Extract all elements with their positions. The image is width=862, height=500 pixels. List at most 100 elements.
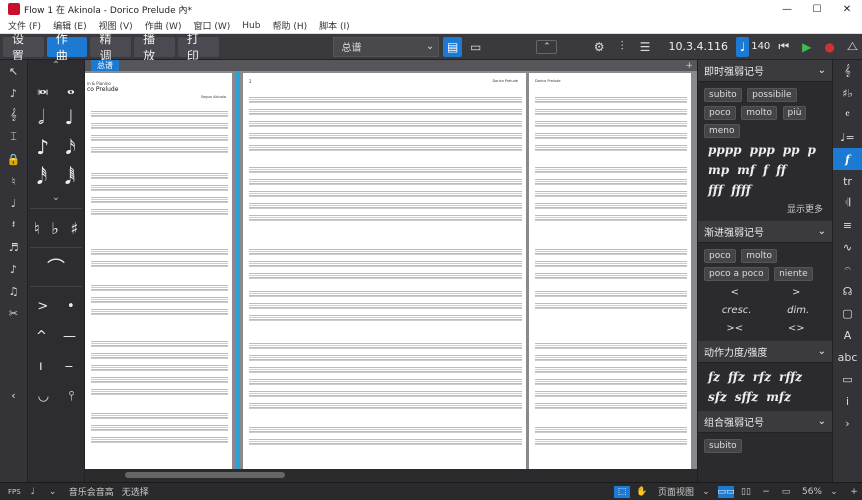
dynamic-ppp[interactable]: ppp	[750, 143, 775, 157]
eighth-note-icon[interactable]: ♪	[36, 135, 49, 159]
view-type-select[interactable]: 页面视图	[658, 485, 694, 498]
page-arrangement-icon[interactable]: ▭▭	[717, 485, 735, 498]
zoom-in-icon[interactable]: +	[846, 486, 862, 498]
fermata-icon[interactable]: ◡	[38, 389, 49, 404]
show-more-link[interactable]: 显示更多	[704, 200, 827, 217]
dynamic-ffff[interactable]: ffff	[731, 183, 751, 197]
dynamic-ffz[interactable]: ffz	[728, 370, 745, 384]
modifier-chip[interactable]: molto	[741, 249, 777, 263]
slash-icon[interactable]: ♬	[0, 236, 27, 258]
maximize-button[interactable]: ☐	[802, 4, 832, 15]
flat-icon[interactable]: ♭	[51, 219, 59, 238]
record-icon[interactable]: ●	[820, 37, 839, 57]
cresc-text[interactable]: cresc.	[722, 305, 752, 316]
stress-icon[interactable]: ‒	[65, 359, 73, 374]
dynamic-pppp[interactable]: pppp	[708, 143, 742, 157]
tenuto-staccato-icon[interactable]: ⫯	[69, 389, 75, 404]
natural-icon[interactable]: ♮	[34, 219, 40, 238]
dynamic-f[interactable]: f	[763, 163, 768, 177]
breve-icon[interactable]: 𝅜	[37, 75, 48, 99]
beam-icon[interactable]: ♫	[0, 280, 27, 302]
whole-note-icon[interactable]: 𝅝	[67, 75, 75, 99]
dynamic-sfz[interactable]: sfz	[708, 390, 727, 404]
modifier-chip[interactable]: molto	[741, 106, 777, 120]
modifier-chip[interactable]: subito	[704, 88, 742, 102]
sixtyfourth-note-icon[interactable]: 𝅘𝅥𝅱	[65, 165, 75, 189]
playing-technique-icon[interactable]: ∿	[833, 236, 862, 258]
comment-icon[interactable]: ▢	[833, 302, 862, 324]
crescendo-hairpin-icon[interactable]: <	[731, 287, 739, 298]
section-gradual-dynamics[interactable]: 渐进强弱记号 ⌄	[698, 221, 832, 243]
modifier-chip[interactable]: poco	[704, 106, 736, 120]
section-force-intensity[interactable]: 动作力度/强度 ⌄	[698, 341, 832, 363]
select-tool-icon[interactable]: ↖	[0, 60, 27, 82]
modifier-chip[interactable]: poco	[704, 249, 736, 263]
tuplet-icon[interactable]: ⌶	[0, 126, 27, 148]
mixer-icon[interactable]: ⚙	[590, 37, 609, 57]
time-signature-icon[interactable]: 𝄴	[833, 104, 862, 126]
mode-setup[interactable]: 设置	[3, 32, 44, 63]
chevron-left-icon[interactable]: ‹	[0, 384, 27, 406]
section-immediate-dynamics[interactable]: 即时强弱记号 ⌄	[698, 60, 832, 82]
thirtysecond-note-icon[interactable]: 𝅘𝅥𝅰	[37, 165, 47, 189]
modifier-chip[interactable]: più	[782, 106, 807, 120]
messa-di-voce-icon[interactable]: ><	[726, 323, 743, 334]
section-combined-dynamics[interactable]: 组合强弱记号 ⌄	[698, 411, 832, 433]
modifier-chip[interactable]: niente	[774, 267, 813, 281]
dropdown-icon[interactable]: ⌄	[45, 486, 61, 498]
mode-engrave[interactable]: 精调	[90, 32, 132, 63]
figured-bass-icon[interactable]: ▭	[833, 368, 862, 390]
tempo-icon[interactable]: ♩=	[833, 126, 862, 148]
dynamic-sffz[interactable]: sffz	[735, 390, 759, 404]
hand-tool-icon[interactable]: ✋	[634, 486, 650, 498]
text-icon[interactable]: abc	[833, 346, 862, 368]
zoom-level[interactable]: 56%	[802, 487, 822, 497]
lock-icon[interactable]: 🔒	[0, 148, 27, 170]
staccato-icon[interactable]: •	[67, 299, 75, 314]
hide-toolbar-icon[interactable]: ⌃	[536, 39, 558, 54]
ornaments-icon[interactable]: tr	[833, 170, 862, 192]
tremolo-icon[interactable]: ≡	[833, 214, 862, 236]
selection-tool-icon[interactable]: ⬚	[613, 485, 630, 498]
layout-selector[interactable]: 总谱 ⌄	[332, 36, 440, 57]
metronome-icon[interactable]: ⧍	[843, 37, 862, 57]
scroll-down-icon[interactable]: ⌄	[28, 192, 84, 204]
mode-print[interactable]: 打印	[177, 32, 219, 63]
chevron-down-icon[interactable]: ⌄	[826, 486, 842, 498]
note-tempo-icon[interactable]: ♩	[735, 36, 750, 57]
faders-icon[interactable]: ⫶	[613, 37, 632, 57]
dim-text[interactable]: dim.	[787, 305, 809, 316]
voice-icon[interactable]: ♮	[0, 170, 27, 192]
dynamic-ff[interactable]: ff	[776, 163, 786, 177]
staccatissimo-icon[interactable]: ı	[39, 359, 43, 374]
scroll-up-icon[interactable]: ⌃	[28, 60, 84, 72]
menu-hub[interactable]: Hub	[242, 21, 260, 31]
dynamic-p[interactable]: p	[808, 143, 816, 157]
marcato-icon[interactable]: ^	[36, 329, 47, 344]
dynamic-mp[interactable]: mp	[708, 163, 729, 177]
horizontal-scrollbar[interactable]	[85, 469, 697, 482]
modifier-chip[interactable]: poco a poco	[704, 267, 769, 281]
menu-script[interactable]: 脚本 (I)	[319, 19, 350, 32]
accent-icon[interactable]: >	[37, 299, 48, 314]
modifier-chip[interactable]: possibile	[747, 88, 797, 102]
score-canvas[interactable]: in & Pianino co Prelude Segun Akinola 2 …	[85, 71, 697, 469]
galley-view-icon[interactable]: ▤	[443, 36, 463, 57]
grace-note-icon[interactable]: ♩	[0, 192, 27, 214]
note-duration-icon[interactable]: ♩	[25, 486, 41, 498]
minimize-button[interactable]: —	[772, 4, 802, 15]
add-tab-button[interactable]: +	[685, 61, 693, 71]
mode-play[interactable]: 播放	[134, 32, 175, 63]
insert-note-icon[interactable]: ♪	[0, 82, 27, 104]
page-arrangement-alt-icon[interactable]: ▯▯	[738, 486, 754, 498]
dynamic-pp[interactable]: pp	[783, 143, 800, 157]
cue-icon[interactable]: ♪	[0, 258, 27, 280]
scissors-icon[interactable]: ✂	[0, 302, 27, 324]
dynamic-fz[interactable]: fz	[708, 370, 720, 384]
close-button[interactable]: ✕	[832, 4, 862, 15]
rest-icon[interactable]: 𝄽	[0, 214, 27, 236]
dynamic-mfz[interactable]: mfz	[766, 390, 791, 404]
dynamics-icon[interactable]: f	[833, 148, 862, 170]
chevron-right-icon[interactable]: ›	[833, 412, 862, 434]
clef-icon[interactable]: 𝄞	[833, 60, 862, 82]
